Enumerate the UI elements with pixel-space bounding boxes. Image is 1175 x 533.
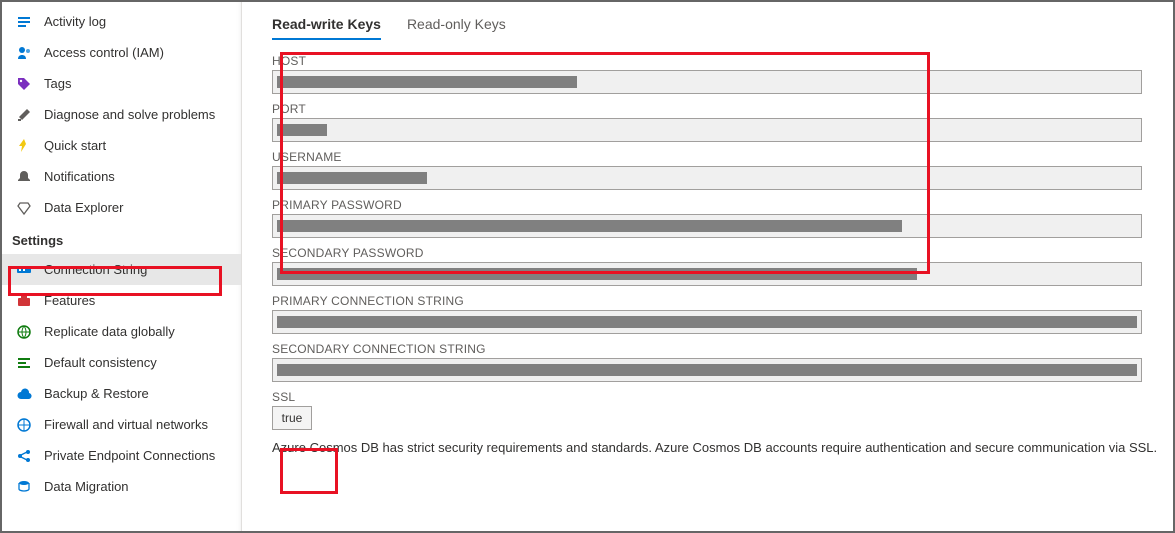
sidebar-item-label: Activity log — [44, 14, 106, 29]
sidebar-item-firewall-and-virtual-networks[interactable]: Firewall and virtual networks — [2, 409, 241, 440]
field-username: USERNAME — [272, 150, 1173, 190]
sidebar-item-label: Diagnose and solve problems — [44, 107, 215, 122]
redacted-value — [277, 124, 327, 136]
sidebar-item-connection-string[interactable]: Connection String — [2, 254, 241, 285]
input-port[interactable] — [272, 118, 1142, 142]
sidebar-item-label: Private Endpoint Connections — [44, 448, 215, 463]
replicate-icon — [16, 324, 32, 340]
data-migration-icon — [16, 479, 32, 495]
consistency-icon — [16, 355, 32, 371]
label-port: PORT — [272, 102, 1173, 116]
keys-tabs: Read-write Keys Read-only Keys — [272, 16, 1173, 40]
redacted-value — [277, 220, 902, 232]
sidebar-item-label: Data Migration — [44, 479, 129, 494]
sidebar-item-tags[interactable]: Tags — [2, 68, 241, 99]
redacted-value — [277, 268, 917, 280]
sidebar-item-data-explorer[interactable]: Data Explorer — [2, 192, 241, 223]
sidebar-item-access-control-iam[interactable]: Access control (IAM) — [2, 37, 241, 68]
input-ssl[interactable]: true — [272, 406, 312, 430]
notifications-icon — [16, 169, 32, 185]
field-host: HOST — [272, 54, 1173, 94]
sidebar-item-label: Tags — [44, 76, 71, 91]
sidebar-item-label: Features — [44, 293, 95, 308]
sidebar-item-label: Access control (IAM) — [44, 45, 164, 60]
private-endpoint-icon — [16, 448, 32, 464]
input-primary-connection-string[interactable] — [272, 310, 1142, 334]
sidebar-item-label: Replicate data globally — [44, 324, 175, 339]
access-control-icon — [16, 45, 32, 61]
sidebar-item-quick-start[interactable]: Quick start — [2, 130, 241, 161]
input-secondary-password[interactable] — [272, 262, 1142, 286]
sidebar-item-diagnose-and-solve-problems[interactable]: Diagnose and solve problems — [2, 99, 241, 130]
sidebar-item-private-endpoint-connections[interactable]: Private Endpoint Connections — [2, 440, 241, 471]
connection-string-icon — [16, 262, 32, 278]
label-username: USERNAME — [272, 150, 1173, 164]
sidebar-item-label: Quick start — [44, 138, 106, 153]
redacted-value — [277, 76, 577, 88]
label-host: HOST — [272, 54, 1173, 68]
sidebar-item-notifications[interactable]: Notifications — [2, 161, 241, 192]
label-primary-connection-string: PRIMARY CONNECTION STRING — [272, 294, 1173, 308]
main-panel: Read-write Keys Read-only Keys HOST PORT U… — [242, 2, 1173, 531]
footer-note: Azure Cosmos DB has strict security requ… — [272, 440, 1173, 455]
redacted-value — [277, 172, 427, 184]
sidebar-item-features[interactable]: Features — [2, 285, 241, 316]
features-icon — [16, 293, 32, 309]
label-secondary-password: SECONDARY PASSWORD — [272, 246, 1173, 260]
sidebar-item-label: Backup & Restore — [44, 386, 149, 401]
field-primary-password: PRIMARY PASSWORD — [272, 198, 1173, 238]
input-host[interactable] — [272, 70, 1142, 94]
data-explorer-icon — [16, 200, 32, 216]
sidebar-item-replicate-data-globally[interactable]: Replicate data globally — [2, 316, 241, 347]
tab-read-write-keys[interactable]: Read-write Keys — [272, 16, 381, 40]
quick-start-icon — [16, 138, 32, 154]
input-secondary-connection-string[interactable] — [272, 358, 1142, 382]
input-username[interactable] — [272, 166, 1142, 190]
redacted-value — [277, 316, 1137, 328]
label-primary-password: PRIMARY PASSWORD — [272, 198, 1173, 212]
activity-log-icon — [16, 14, 32, 30]
sidebar-item-activity-log[interactable]: Activity log — [2, 6, 241, 37]
label-ssl: SSL — [272, 390, 1173, 404]
sidebar: Activity log Access control (IAM) Tags Diag… — [2, 2, 242, 531]
field-secondary-password: SECONDARY PASSWORD — [272, 246, 1173, 286]
tab-read-only-keys[interactable]: Read-only Keys — [407, 16, 506, 40]
sidebar-section-settings: Settings — [2, 223, 241, 254]
sidebar-item-label: Data Explorer — [44, 200, 123, 215]
field-ssl: SSL true — [272, 390, 1173, 430]
field-port: PORT — [272, 102, 1173, 142]
sidebar-item-label: Notifications — [44, 169, 115, 184]
redacted-value — [277, 364, 1137, 376]
backup-icon — [16, 386, 32, 402]
label-secondary-connection-string: SECONDARY CONNECTION STRING — [272, 342, 1173, 356]
sidebar-item-default-consistency[interactable]: Default consistency — [2, 347, 241, 378]
input-primary-password[interactable] — [272, 214, 1142, 238]
sidebar-item-label: Default consistency — [44, 355, 157, 370]
tags-icon — [16, 76, 32, 92]
firewall-icon — [16, 417, 32, 433]
sidebar-item-data-migration[interactable]: Data Migration — [2, 471, 241, 502]
sidebar-item-label: Firewall and virtual networks — [44, 417, 208, 432]
diagnose-icon — [16, 107, 32, 123]
sidebar-item-label: Connection String — [44, 262, 147, 277]
field-secondary-connection-string: SECONDARY CONNECTION STRING — [272, 342, 1173, 382]
field-primary-connection-string: PRIMARY CONNECTION STRING — [272, 294, 1173, 334]
sidebar-item-backup-restore[interactable]: Backup & Restore — [2, 378, 241, 409]
